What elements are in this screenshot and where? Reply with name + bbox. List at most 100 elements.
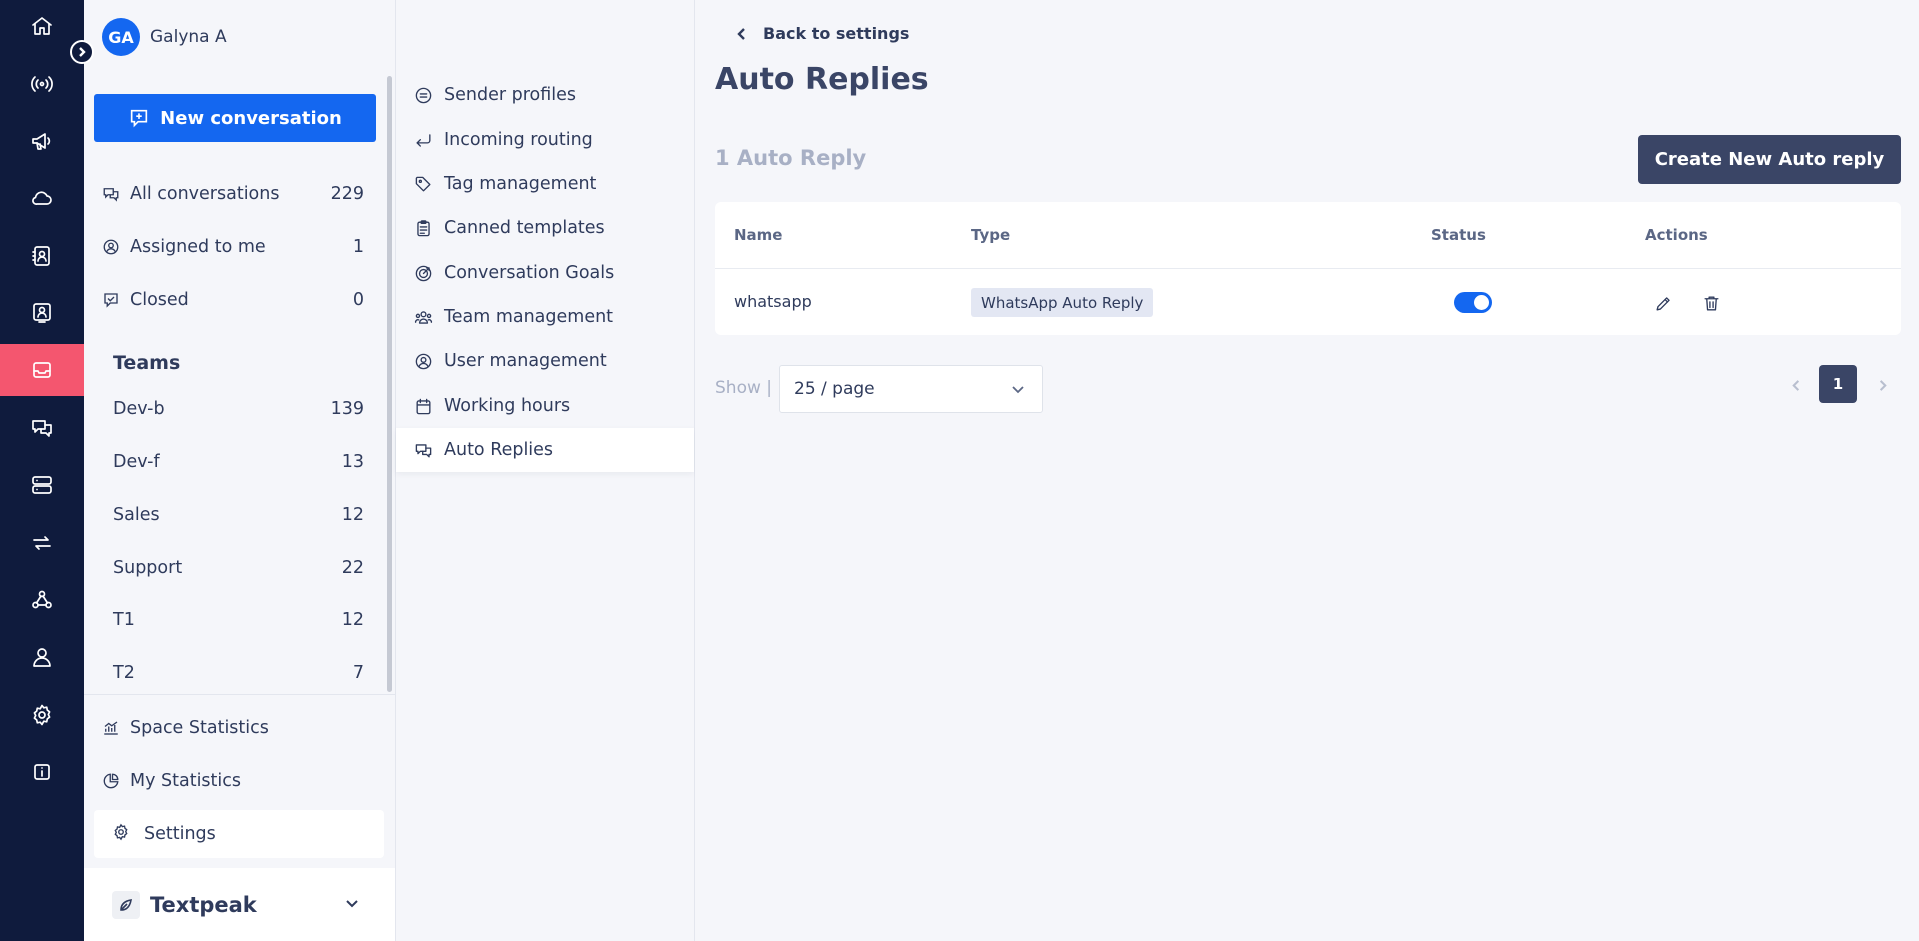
menu-user-management[interactable]: User management (396, 339, 694, 383)
menu-conversation-goals[interactable]: Conversation Goals (396, 251, 694, 295)
new-conversation-button[interactable]: New conversation (94, 94, 376, 142)
rail-sync[interactable] (0, 517, 84, 569)
rail-servers[interactable] (0, 459, 84, 511)
previous-page-button[interactable] (1787, 376, 1805, 394)
settings-menu: Sender profiles Incoming routing Tag man… (396, 0, 695, 941)
current-page-button[interactable]: 1 (1819, 365, 1857, 403)
rail-campaigns[interactable] (0, 115, 84, 167)
nav-label: All conversations (130, 184, 280, 204)
nav-all-conversations[interactable]: All conversations 229 (94, 172, 364, 216)
nav-settings[interactable]: Settings (94, 810, 384, 858)
team-label: Dev-b (113, 399, 165, 419)
row-name: whatsapp (734, 292, 812, 311)
page-size-value: 25 / page (794, 379, 875, 399)
user-icon (33, 648, 51, 667)
team-item[interactable]: Dev-b 139 (113, 389, 364, 429)
menu-sender-profiles[interactable]: Sender profiles (396, 73, 694, 117)
back-label: Back to settings (763, 24, 910, 43)
home-icon (32, 17, 52, 35)
team-count: 7 (352, 663, 364, 683)
edit-button[interactable] (1652, 292, 1674, 314)
leaf-icon (120, 898, 132, 911)
menu-incoming-routing[interactable]: Incoming routing (396, 118, 694, 162)
status-toggle[interactable] (1454, 292, 1492, 313)
team-count: 22 (341, 558, 364, 578)
column-header-actions: Actions (1645, 226, 1708, 244)
menu-auto-replies[interactable]: Auto Replies (396, 428, 694, 472)
chevron-down-icon (1012, 386, 1024, 394)
nav-label: Closed (130, 290, 189, 310)
team-item[interactable]: Dev-f 13 (113, 442, 364, 482)
rail-cloud[interactable] (0, 172, 84, 224)
type-badge: WhatsApp Auto Reply (971, 288, 1154, 317)
team-count: 12 (341, 505, 364, 525)
next-page-button[interactable] (1873, 376, 1891, 394)
team-label: Dev-f (113, 452, 160, 472)
team-icon (414, 310, 433, 324)
menu-label: Sender profiles (444, 85, 576, 105)
page-size-select[interactable]: 25 / page (779, 365, 1043, 413)
nav-count: 1 (352, 237, 364, 257)
rail-settings[interactable] (0, 689, 84, 741)
clipboard-icon (417, 219, 430, 236)
team-item[interactable]: Support 22 (113, 548, 364, 588)
nav-space-statistics[interactable]: Space Statistics (94, 706, 364, 750)
trash-icon (1703, 295, 1719, 311)
nav-label: Settings (144, 824, 216, 844)
column-header-status[interactable]: Status (1431, 226, 1486, 244)
divider (84, 694, 395, 695)
exchange-icon (33, 536, 51, 550)
nav-label: Space Statistics (130, 718, 269, 738)
conversations-scrollbar[interactable] (387, 76, 392, 692)
rail-inbox[interactable] (0, 344, 84, 396)
megaphone-icon (32, 133, 51, 150)
column-header-type[interactable]: Type (971, 226, 1010, 244)
menu-team-management[interactable]: Team management (396, 295, 694, 339)
nav-count: 229 (330, 184, 364, 204)
rail-webhooks[interactable] (0, 574, 84, 626)
delete-button[interactable] (1700, 292, 1722, 314)
team-item[interactable]: Sales 12 (113, 495, 364, 535)
rail-chats[interactable] (0, 402, 84, 454)
menu-tag-management[interactable]: Tag management (396, 162, 694, 206)
team-label: Sales (113, 505, 160, 525)
organization-switcher[interactable]: Textpeak (84, 868, 395, 941)
menu-working-hours[interactable]: Working hours (396, 384, 694, 428)
nav-label: Assigned to me (130, 237, 266, 257)
team-item[interactable]: T1 12 (113, 600, 364, 640)
rail-contacts[interactable] (0, 230, 84, 282)
create-auto-reply-button[interactable]: Create New Auto reply (1638, 135, 1901, 184)
user-profile[interactable]: GA Galyna A (102, 18, 227, 56)
chat-check-icon (104, 293, 118, 308)
main-content: Back to settings Auto Replies 1 Auto Rep… (695, 0, 1919, 941)
auto-replies-table: Name Type Status Actions whatsapp WhatsA… (715, 202, 1901, 335)
app-rail (0, 0, 84, 941)
menu-canned-templates[interactable]: Canned templates (396, 206, 694, 250)
back-to-settings-link[interactable]: Back to settings (735, 24, 909, 43)
team-count: 13 (341, 452, 364, 472)
nav-my-statistics[interactable]: My Statistics (94, 759, 364, 803)
chat-bubbles-icon (103, 188, 119, 202)
nav-assigned-to-me[interactable]: Assigned to me 1 (94, 225, 364, 269)
chevron-right-icon (79, 47, 86, 57)
rail-broadcast[interactable] (0, 58, 84, 110)
menu-label: Working hours (444, 396, 571, 416)
broadcast-icon (31, 76, 53, 92)
show-label: Show | (715, 378, 773, 398)
conversations-panel: GA Galyna A New conversation All convers… (70, 0, 396, 941)
rail-agents[interactable] (0, 287, 84, 339)
server-icon (32, 476, 52, 494)
menu-label: Canned templates (444, 218, 605, 238)
user-name: Galyna A (150, 27, 227, 47)
team-item[interactable]: T2 7 (113, 653, 364, 693)
calendar-icon (416, 398, 431, 414)
expand-sidebar-button[interactable] (70, 40, 94, 64)
gear-icon (33, 704, 51, 726)
column-header-name[interactable]: Name (734, 226, 782, 244)
user-circle-icon (415, 353, 432, 369)
nav-closed[interactable]: Closed 0 (94, 278, 364, 322)
rail-profile[interactable] (0, 631, 84, 683)
sender-profile-icon (415, 87, 432, 103)
rail-info[interactable] (0, 746, 84, 798)
chevron-down-icon (343, 894, 361, 916)
